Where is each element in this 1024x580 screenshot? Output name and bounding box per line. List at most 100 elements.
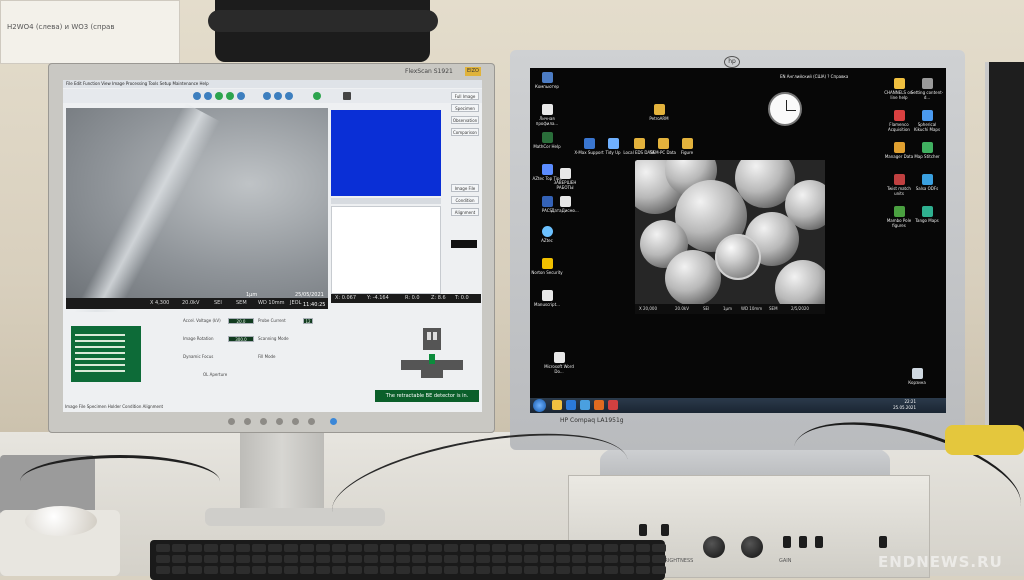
keyboard-key[interactable] [460, 544, 474, 552]
desktop-icon-salsa[interactable]: Salsa ODFs [910, 174, 944, 191]
desktop-icon-figure[interactable]: Figure [670, 138, 704, 155]
keyboard-key[interactable] [588, 566, 602, 574]
desktop-icon-map-stitcher[interactable]: Map Stitcher [910, 142, 944, 159]
keyboard-key[interactable] [188, 555, 202, 563]
keyboard-key[interactable] [268, 555, 282, 563]
keyboard-key[interactable] [572, 544, 586, 552]
keyboard-key[interactable] [236, 555, 250, 563]
keyboard-key[interactable] [348, 566, 362, 574]
alignment-button[interactable]: Alignment [451, 208, 479, 216]
desktop-icon-tango[interactable]: Tango Maps [910, 206, 944, 223]
keyboard-key[interactable] [220, 555, 234, 563]
keyboard-key[interactable] [508, 555, 522, 563]
keyboard-key[interactable] [316, 566, 330, 574]
keyboard-key[interactable] [620, 566, 634, 574]
keyboard-key[interactable] [348, 544, 362, 552]
keyboard-key[interactable] [364, 555, 378, 563]
toggle-switch[interactable] [815, 536, 823, 548]
keyboard-key[interactable] [476, 566, 490, 574]
desktop-icon-manuscript[interactable]: Manuscript... [530, 290, 564, 307]
keyboard-key[interactable] [220, 544, 234, 552]
keyboard-key[interactable] [636, 544, 650, 552]
clock-gadget[interactable] [768, 92, 802, 126]
keyboard-key[interactable] [604, 544, 618, 552]
keyboard-key[interactable] [636, 566, 650, 574]
monitor-button[interactable] [276, 418, 283, 425]
desktop-icon-aztec[interactable]: AZtec [530, 226, 564, 243]
keyboard-key[interactable] [204, 555, 218, 563]
keyboard-key[interactable] [428, 544, 442, 552]
toolbar-icon[interactable] [263, 92, 271, 100]
keyboard-key[interactable] [492, 566, 506, 574]
keyboard-key[interactable] [364, 566, 378, 574]
keyboard-key[interactable] [300, 566, 314, 574]
specimen-button[interactable]: Specimen [451, 104, 479, 112]
keyboard-key[interactable] [604, 566, 618, 574]
keyboard-key[interactable] [540, 544, 554, 552]
keyboard-key[interactable] [508, 544, 522, 552]
power-led-icon[interactable] [330, 418, 337, 425]
keyboard-key[interactable] [588, 555, 602, 563]
keyboard-key[interactable] [172, 566, 186, 574]
keyboard-key[interactable] [236, 566, 250, 574]
desktop-icon-recycle-bin[interactable]: Корзина [900, 368, 934, 385]
keyboard-key[interactable] [220, 566, 234, 574]
toggle-switch[interactable] [799, 536, 807, 548]
keyboard-key[interactable] [572, 566, 586, 574]
keyboard-key[interactable] [652, 555, 666, 563]
sem-live-image[interactable] [66, 102, 328, 334]
keyboard-key[interactable] [412, 555, 426, 563]
monitor-button[interactable] [228, 418, 235, 425]
keyboard-key[interactable] [396, 544, 410, 552]
keyboard-key[interactable] [284, 555, 298, 563]
full-image-button[interactable]: Full Image [451, 92, 479, 100]
comparison-button[interactable]: Comparison [451, 128, 479, 136]
accel-voltage-field[interactable]: 20.0 [228, 318, 254, 324]
keyboard-key[interactable] [188, 566, 202, 574]
app-icon[interactable] [608, 400, 618, 410]
keyboard-key[interactable] [460, 555, 474, 563]
keyboard-key[interactable] [252, 555, 266, 563]
keyboard-key[interactable] [156, 544, 170, 552]
keyboard-key[interactable] [604, 555, 618, 563]
toggle-switch[interactable] [783, 536, 791, 548]
keyboard-key[interactable] [652, 566, 666, 574]
keyboard-key[interactable] [444, 544, 458, 552]
keyboard-key[interactable] [268, 566, 282, 574]
media-player-icon[interactable] [566, 400, 576, 410]
monitor-button[interactable] [260, 418, 267, 425]
bottom-tabs[interactable]: Image File Specimen Holder Condition Ali… [65, 404, 163, 409]
keyboard-key[interactable] [172, 555, 186, 563]
keyboard-key[interactable] [572, 555, 586, 563]
text-tool-icon[interactable] [343, 92, 351, 100]
keyboard-key[interactable] [556, 544, 570, 552]
desktop-icon-work-done[interactable]: ЗАВЕРШЕН РАБОТЫ [548, 168, 582, 190]
keyboard-key[interactable] [524, 566, 538, 574]
keyboard-key[interactable] [268, 544, 282, 552]
toggle-switch[interactable] [879, 536, 887, 548]
trackball[interactable] [25, 506, 97, 536]
keyboard-key[interactable] [588, 544, 602, 552]
condition-button[interactable]: Condition [451, 196, 479, 204]
keyboard-key[interactable] [172, 544, 186, 552]
sem-micrograph-image[interactable] [635, 160, 825, 310]
keyboard-key[interactable] [444, 555, 458, 563]
keyboard-key[interactable] [492, 544, 506, 552]
keyboard[interactable] [150, 540, 666, 580]
keyboard-key[interactable] [204, 544, 218, 552]
keyboard-key[interactable] [556, 566, 570, 574]
keyboard-key[interactable] [156, 566, 170, 574]
image-file-button[interactable]: Image File [451, 184, 479, 192]
keyboard-key[interactable] [252, 566, 266, 574]
keyboard-key[interactable] [524, 544, 538, 552]
sem-menubar[interactable]: File Edit Function View Image Processing… [63, 80, 482, 88]
toggle-switch[interactable] [639, 524, 647, 536]
brightness-knob[interactable] [741, 536, 763, 558]
keyboard-key[interactable] [380, 566, 394, 574]
keyboard-key[interactable] [476, 555, 490, 563]
brightness-knob[interactable] [703, 536, 725, 558]
monitor-button[interactable] [292, 418, 299, 425]
keyboard-key[interactable] [524, 555, 538, 563]
toolbar-icon[interactable] [204, 92, 212, 100]
keyboard-key[interactable] [316, 544, 330, 552]
